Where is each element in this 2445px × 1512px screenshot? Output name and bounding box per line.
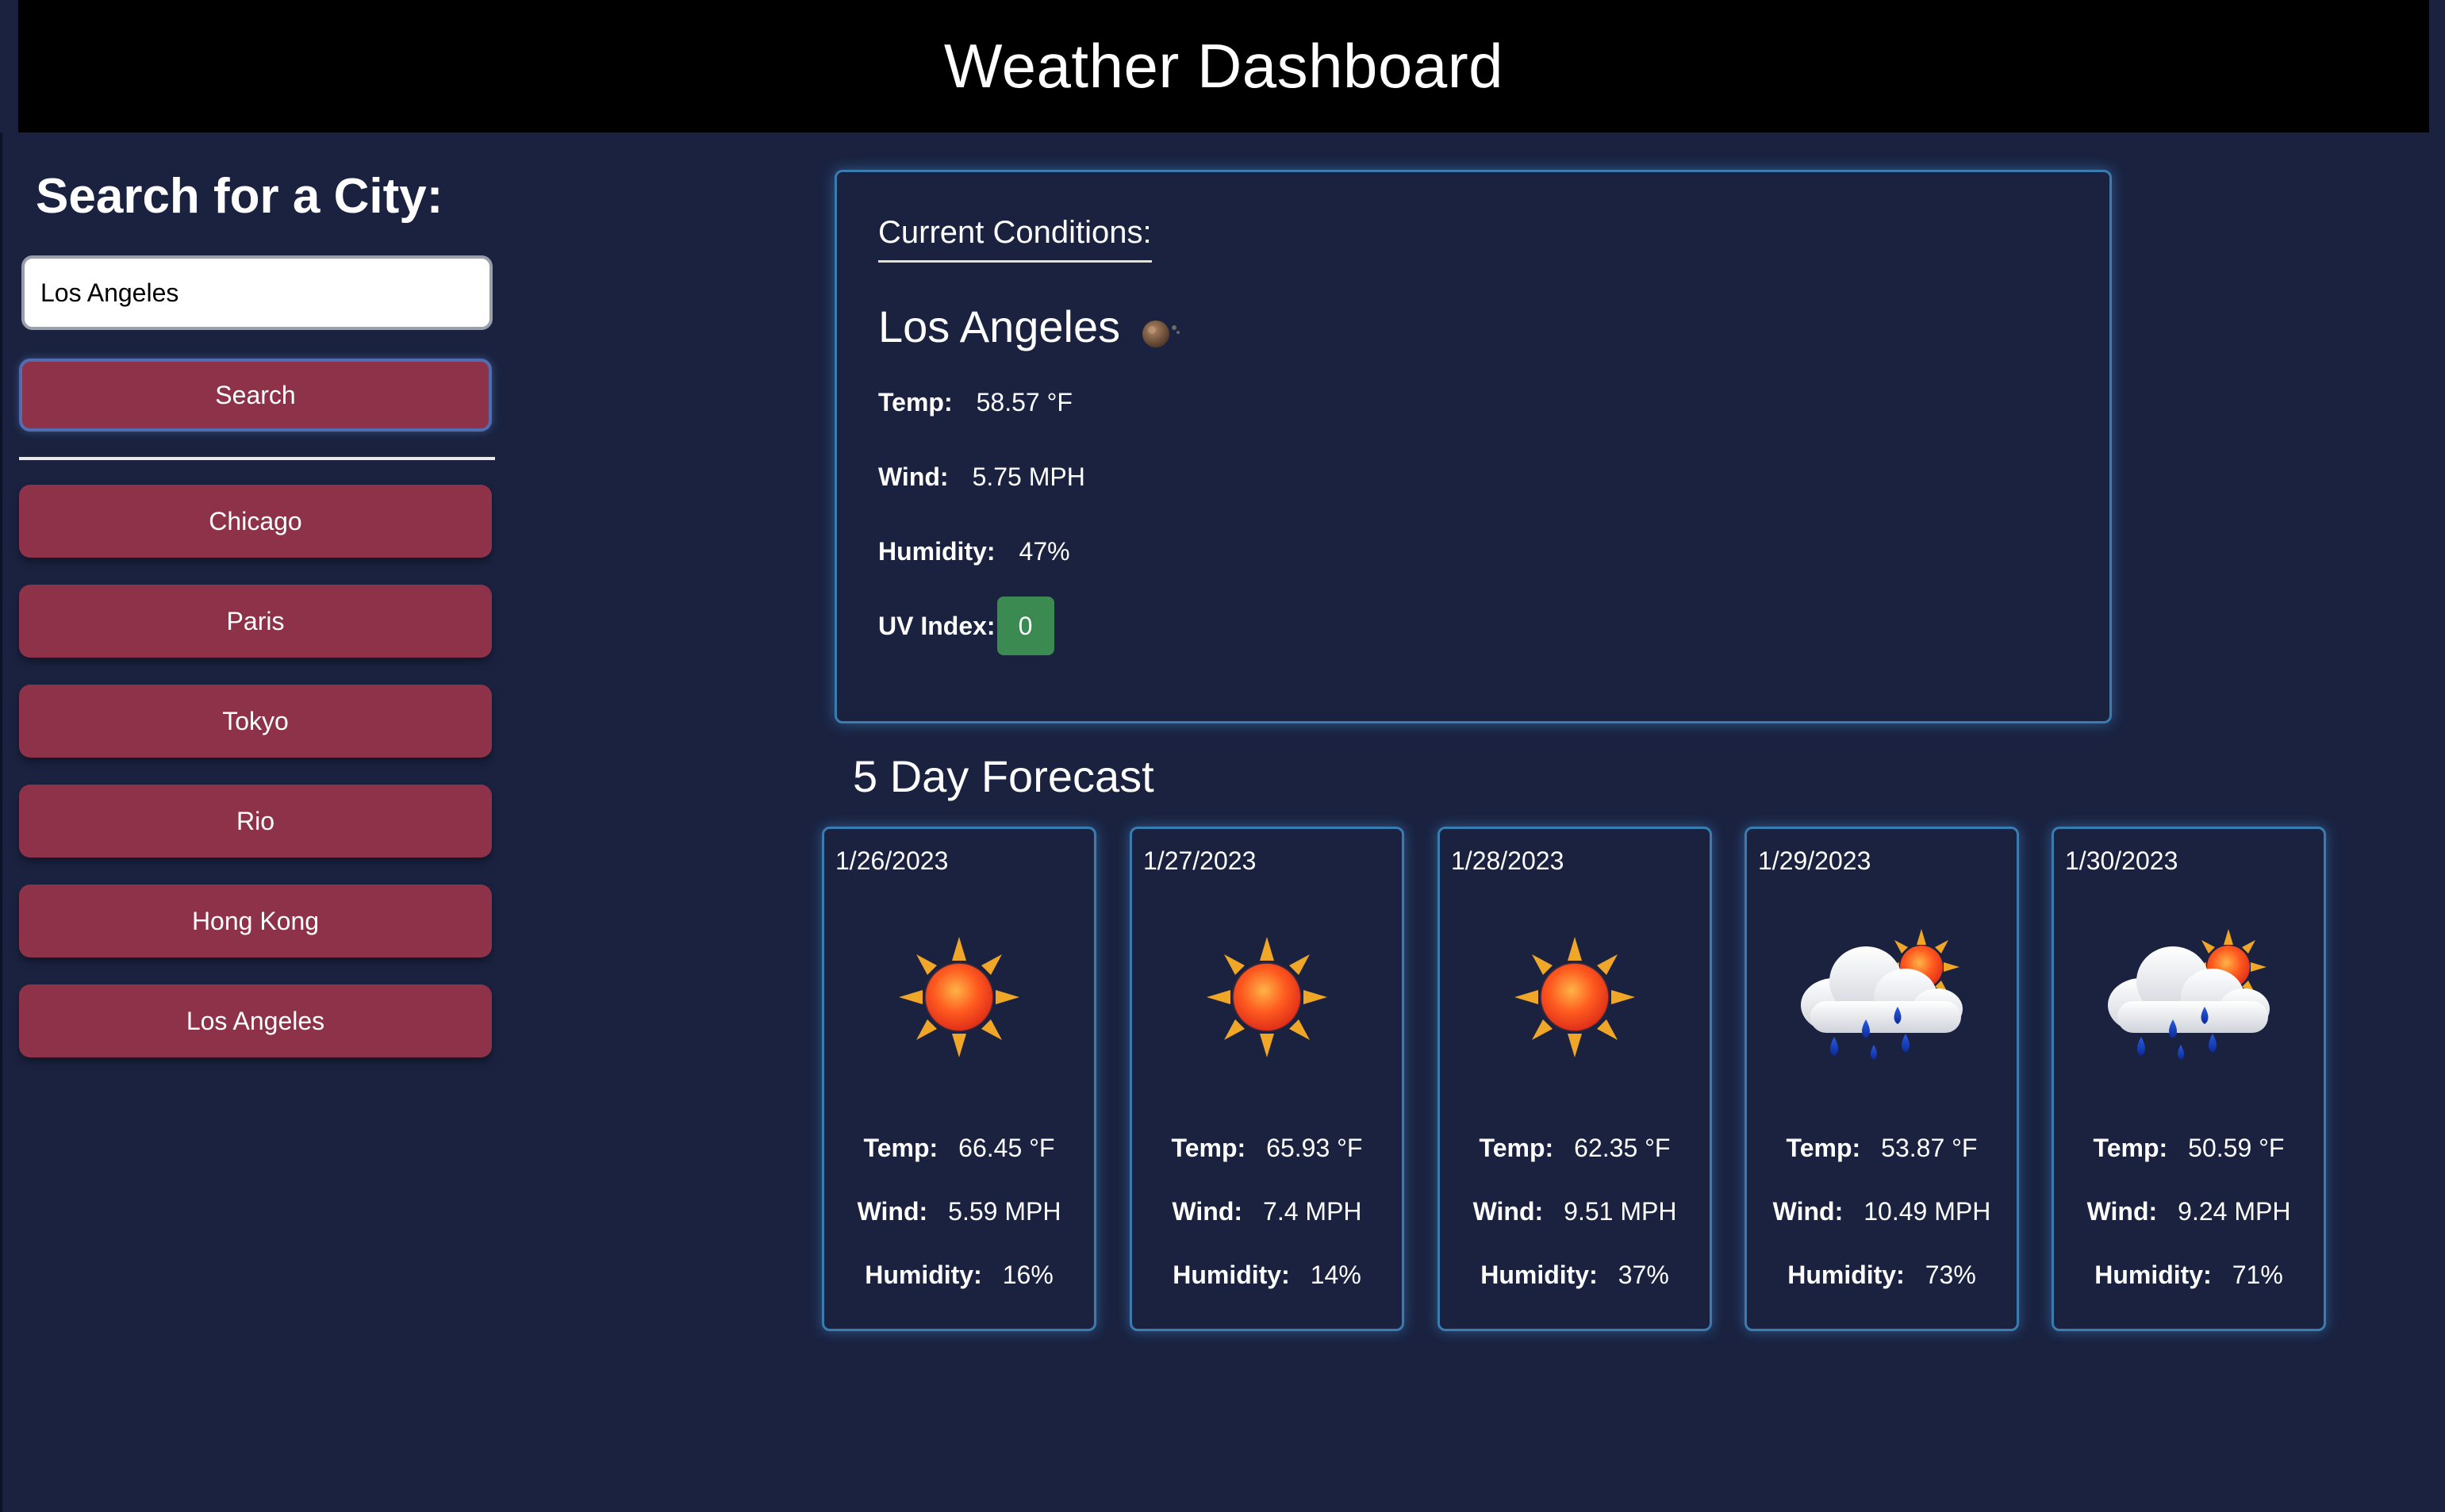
search-heading: Search for a City: [36, 169, 443, 224]
wind-label: Wind: [1472, 1197, 1544, 1226]
current-uv-row: UV Index: 0 [878, 597, 1054, 655]
humidity-label: Humidity: [1480, 1261, 1598, 1289]
sun-icon [1172, 918, 1362, 1076]
forecast-humidity-row: Humidity: 16% [824, 1261, 1094, 1290]
forecast-humidity-value: 37% [1618, 1261, 1669, 1289]
wind-label: Wind: [1172, 1197, 1243, 1226]
temp-label: Temp: [863, 1134, 938, 1162]
forecast-humidity-row: Humidity: 14% [1132, 1261, 1402, 1290]
forecast-wind-value: 7.4 MPH [1263, 1197, 1362, 1226]
temp-label: Temp: [1171, 1134, 1246, 1162]
humidity-label: Humidity: [878, 537, 996, 566]
forecast-temp-value: 66.45 °F [958, 1134, 1055, 1162]
forecast-card: 1/26/2023 Temp: 66.45 °F Wind: 5.59 MPH Hu… [822, 827, 1096, 1331]
temp-label: Temp: [878, 388, 953, 416]
forecast-heading: 5 Day Forecast [853, 751, 1154, 801]
humidity-label: Humidity: [2094, 1261, 2212, 1289]
wind-label: Wind: [2086, 1197, 2158, 1226]
forecast-wind-value: 9.51 MPH [1564, 1197, 1677, 1226]
page-title: Weather Dashboard [943, 31, 1504, 101]
current-city-name: Los Angeles [878, 301, 1121, 351]
forecast-wind-value: 9.24 MPH [2178, 1197, 2291, 1226]
forecast-humidity-value: 14% [1310, 1261, 1361, 1289]
forecast-date: 1/26/2023 [835, 846, 949, 875]
forecast-humidity-row: Humidity: 37% [1440, 1261, 1710, 1290]
forecast-wind-row: Wind: 7.4 MPH [1132, 1197, 1402, 1226]
forecast-wind-row: Wind: 5.59 MPH [824, 1197, 1094, 1226]
history-button-rio[interactable]: Rio [19, 785, 492, 858]
current-wind-row: Wind: 5.75 MPH [878, 462, 1085, 492]
forecast-wind-value: 5.59 MPH [948, 1197, 1061, 1226]
forecast-card: 1/29/2023 Temp: 53.87 °F Wind: 10.49 MPH H… [1745, 827, 2019, 1331]
forecast-humidity-row: Humidity: 73% [1747, 1261, 2017, 1290]
forecast-humidity-value: 71% [2232, 1261, 2283, 1289]
current-conditions-card: Current Conditions: Los Angeles Temp: 58… [835, 170, 2112, 723]
wind-label: Wind: [857, 1197, 928, 1226]
forecast-temp-row: Temp: 62.35 °F [1440, 1134, 1710, 1163]
temp-label: Temp: [1479, 1134, 1554, 1162]
forecast-temp-value: 50.59 °F [2188, 1134, 2285, 1162]
wind-label: Wind: [1772, 1197, 1844, 1226]
app-header: Weather Dashboard [18, 0, 2429, 132]
forecast-date: 1/28/2023 [1451, 846, 1564, 875]
forecast-wind-row: Wind: 9.24 MPH [2054, 1197, 2324, 1226]
history-button-hong-kong[interactable]: Hong Kong [19, 885, 492, 957]
sun-icon [1480, 918, 1670, 1076]
current-humidity-row: Humidity: 47% [878, 537, 1070, 566]
forecast-card: 1/30/2023 Temp: 50.59 °F Wind: 9.24 MPH Hu… [2052, 827, 2326, 1331]
forecast-temp-value: 62.35 °F [1574, 1134, 1671, 1162]
forecast-temp-row: Temp: 65.93 °F [1132, 1134, 1402, 1163]
forecast-humidity-row: Humidity: 71% [2054, 1261, 2324, 1290]
forecast-wind-row: Wind: 9.51 MPH [1440, 1197, 1710, 1226]
forecast-date: 1/30/2023 [2065, 846, 2178, 875]
history-button-los-angeles[interactable]: Los Angeles [19, 984, 492, 1057]
forecast-date: 1/29/2023 [1758, 846, 1871, 875]
rain-sun-icon [2094, 918, 2284, 1076]
humidity-label: Humidity: [1787, 1261, 1905, 1289]
forecast-humidity-value: 73% [1925, 1261, 1976, 1289]
forecast-temp-value: 53.87 °F [1881, 1134, 1978, 1162]
temp-label: Temp: [1786, 1134, 1861, 1162]
current-wind-value: 5.75 MPH [972, 462, 1085, 491]
forecast-temp-row: Temp: 53.87 °F [1747, 1134, 2017, 1163]
forecast-wind-row: Wind: 10.49 MPH [1747, 1197, 2017, 1226]
rain-sun-icon [1787, 918, 1977, 1076]
uv-label: UV Index: [878, 611, 996, 640]
uv-index-badge: 0 [996, 597, 1054, 655]
sun-icon [864, 918, 1054, 1076]
forecast-humidity-value: 16% [1002, 1261, 1054, 1289]
humidity-label: Humidity: [865, 1261, 982, 1289]
forecast-wind-value: 10.49 MPH [1863, 1197, 1991, 1226]
temp-label: Temp: [2093, 1134, 2168, 1162]
current-temp-row: Temp: 58.57 °F [878, 388, 1073, 417]
current-humidity-value: 47% [1019, 537, 1070, 566]
forecast-temp-row: Temp: 66.45 °F [824, 1134, 1094, 1163]
forecast-card: 1/27/2023 Temp: 65.93 °F Wind: 7.4 MPH Hum… [1130, 827, 1404, 1331]
forecast-temp-row: Temp: 50.59 °F [2054, 1134, 2324, 1163]
history-button-chicago[interactable]: Chicago [19, 485, 492, 558]
forecast-temp-value: 65.93 °F [1266, 1134, 1363, 1162]
page-edge [0, 132, 2, 1512]
forecast-card: 1/28/2023 Temp: 62.35 °F Wind: 9.51 MPH Hu… [1437, 827, 1712, 1331]
history-button-paris[interactable]: Paris [19, 585, 492, 658]
city-search-input[interactable] [21, 255, 493, 330]
current-conditions-label: Current Conditions: [878, 215, 1152, 263]
search-button[interactable]: Search [19, 359, 492, 432]
history-button-tokyo[interactable]: Tokyo [19, 685, 492, 758]
moon-icon [1142, 320, 1180, 347]
forecast-date: 1/27/2023 [1143, 846, 1257, 875]
wind-label: Wind: [878, 462, 949, 491]
humidity-label: Humidity: [1173, 1261, 1290, 1289]
sidebar-divider [19, 457, 495, 460]
current-temp-value: 58.57 °F [976, 388, 1073, 416]
